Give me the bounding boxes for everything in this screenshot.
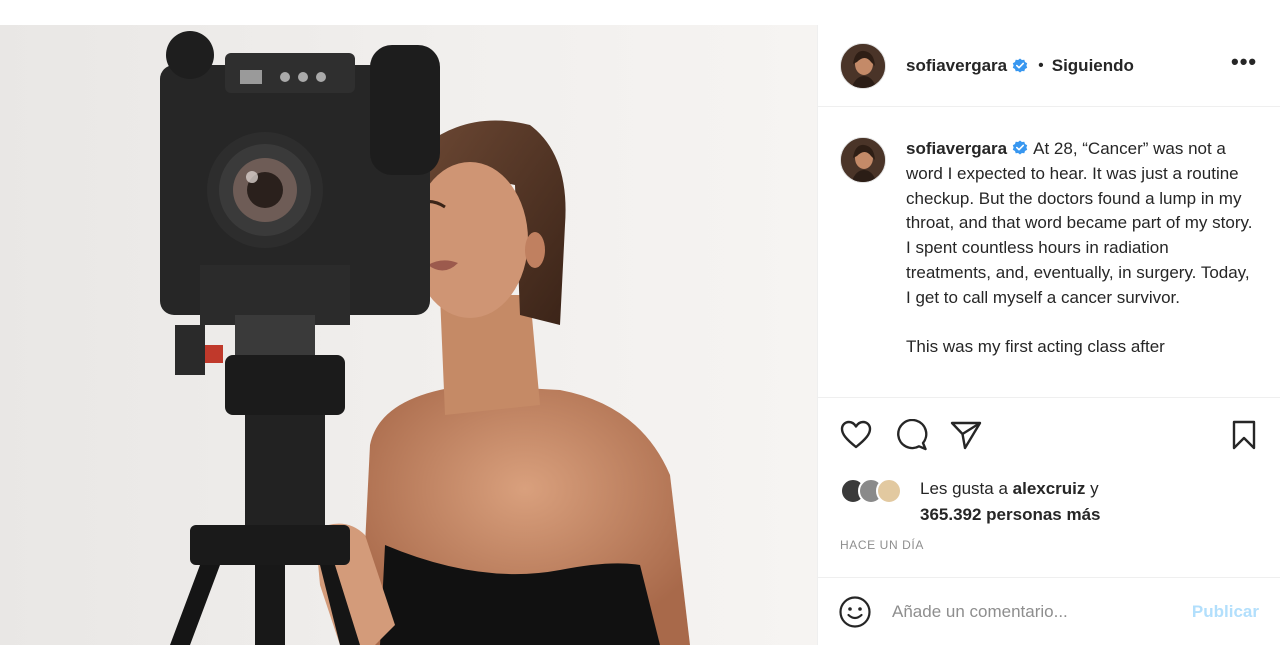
save-button[interactable] bbox=[1226, 418, 1262, 452]
likes-connector: y bbox=[1090, 479, 1099, 498]
caption-avatar[interactable] bbox=[840, 137, 886, 183]
liker-avatar bbox=[876, 478, 902, 504]
author-avatar[interactable] bbox=[840, 42, 886, 89]
bookmark-icon bbox=[1232, 420, 1256, 450]
comment-bar: Publicar bbox=[818, 577, 1280, 645]
caption-body-1: At 28, “Cancer” was not a word I expecte… bbox=[906, 139, 1253, 307]
verified-badge-icon bbox=[1012, 140, 1028, 155]
paper-plane-icon bbox=[950, 421, 982, 450]
comment-icon bbox=[897, 419, 928, 451]
author-username[interactable]: sofiavergara bbox=[906, 56, 1007, 76]
likes-count[interactable]: 365.392 personas más bbox=[920, 505, 1101, 524]
photo-illustration bbox=[160, 31, 690, 645]
caption-paragraph-1: sofiavergara At 28, “Cancer” was not a wo… bbox=[906, 137, 1256, 311]
post-timestamp[interactable]: HACE UN DÍA bbox=[840, 538, 924, 552]
post-header: sofiavergara • Siguiendo ••• bbox=[818, 25, 1280, 107]
smiley-icon[interactable] bbox=[838, 595, 872, 629]
publish-button[interactable]: Publicar bbox=[1192, 602, 1259, 622]
action-icons bbox=[838, 418, 1263, 452]
more-options-button[interactable]: ••• bbox=[1231, 51, 1257, 77]
caption-text: sofiavergara At 28, “Cancer” was not a wo… bbox=[906, 137, 1256, 397]
post-sidebar: sofiavergara • Siguiendo ••• sofiavergar… bbox=[817, 25, 1280, 645]
comment-button[interactable] bbox=[894, 418, 930, 452]
comment-input[interactable] bbox=[892, 601, 1172, 622]
avatar-image bbox=[841, 138, 885, 182]
following-button[interactable]: Siguiendo bbox=[1052, 56, 1134, 76]
likes-prefix: Les gusta a bbox=[920, 479, 1008, 498]
avatar-image bbox=[841, 43, 885, 88]
verified-badge-icon bbox=[1012, 58, 1028, 72]
share-button[interactable] bbox=[948, 418, 984, 452]
post-photo[interactable] bbox=[0, 25, 817, 645]
caption-section: sofiavergara At 28, “Cancer” was not a wo… bbox=[818, 107, 1280, 397]
header-separator: • bbox=[1038, 56, 1044, 74]
actions-section: Les gusta a alexcruiz y 365.392 personas… bbox=[818, 397, 1280, 597]
like-button[interactable] bbox=[838, 418, 874, 452]
likes-text: Les gusta a alexcruiz y 365.392 personas… bbox=[920, 476, 1101, 528]
likes-summary: Les gusta a alexcruiz y 365.392 personas… bbox=[840, 476, 1260, 528]
caption-paragraph-2: This was my first acting class after bbox=[906, 337, 1165, 357]
liker-avatars bbox=[840, 476, 918, 506]
caption-username[interactable]: sofiavergara bbox=[906, 139, 1007, 158]
heart-icon bbox=[840, 420, 872, 449]
liker-username[interactable]: alexcruiz bbox=[1013, 479, 1086, 498]
post-container: sofiavergara • Siguiendo ••• sofiavergar… bbox=[0, 25, 1280, 645]
